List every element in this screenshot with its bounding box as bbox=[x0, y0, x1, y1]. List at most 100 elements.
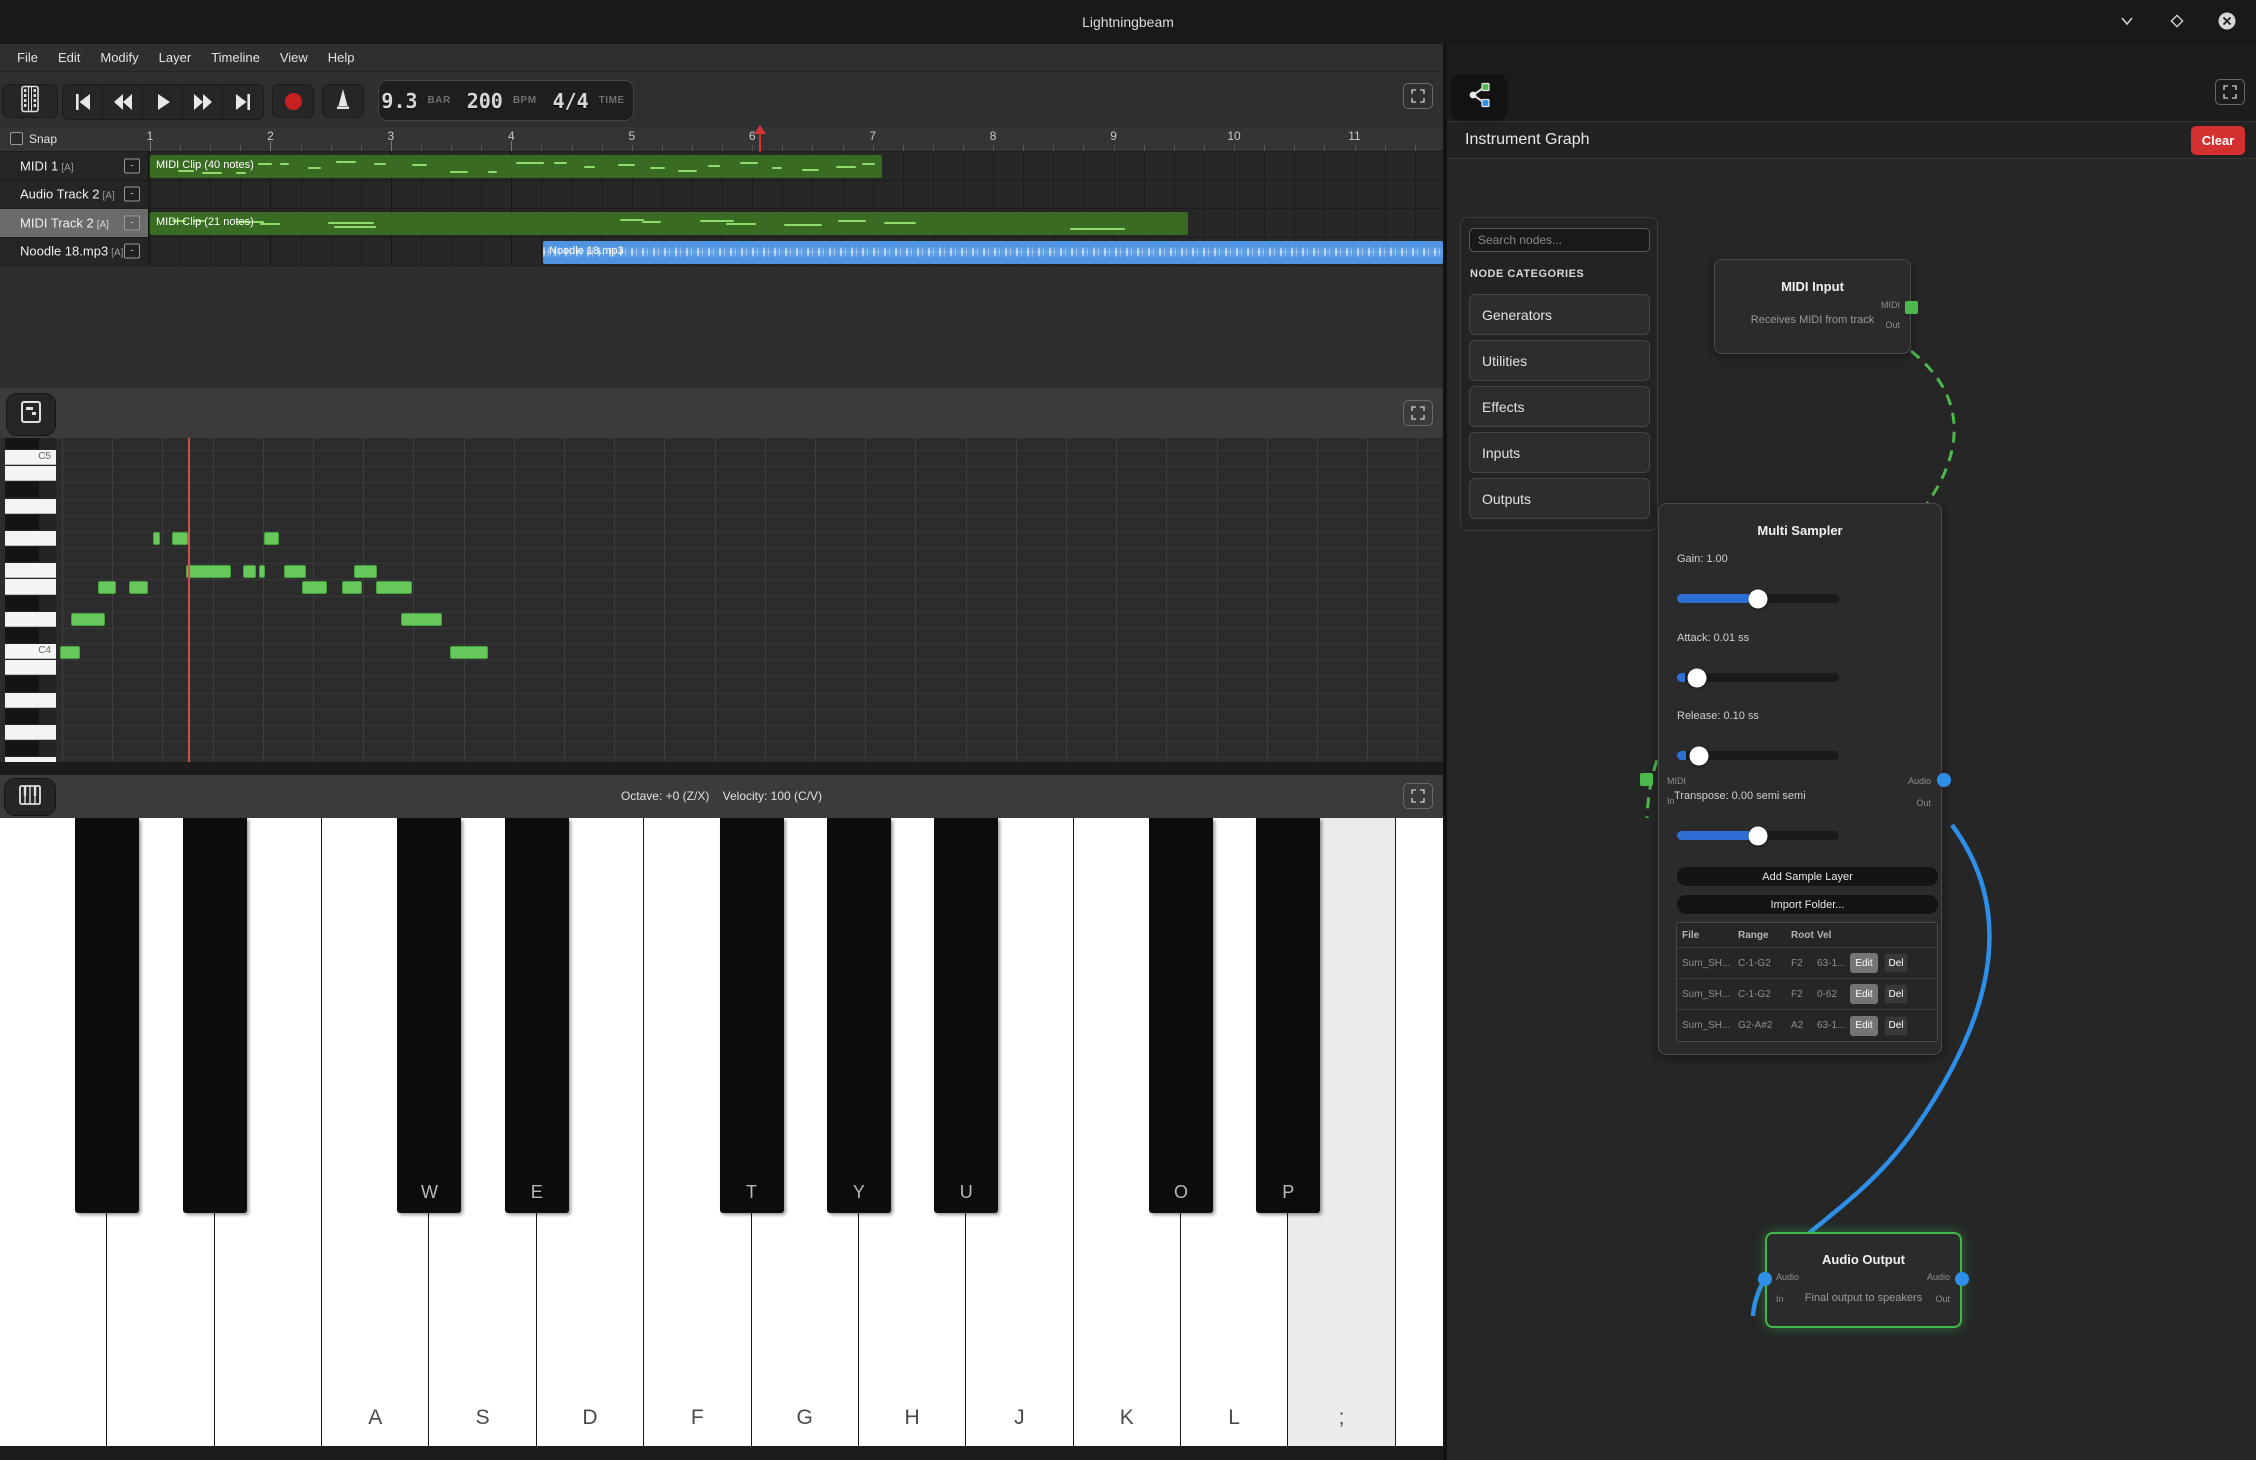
audio-in-port[interactable] bbox=[1758, 1272, 1772, 1286]
keystrip-G#4[interactable] bbox=[5, 515, 39, 530]
black-key-E[interactable]: E bbox=[505, 818, 569, 1213]
midi-note[interactable] bbox=[71, 613, 105, 626]
close-icon[interactable] bbox=[2214, 8, 2240, 34]
black-key[interactable] bbox=[183, 818, 247, 1213]
track-toggle-button[interactable]: - bbox=[124, 187, 140, 202]
clip-midi[interactable]: MIDI Clip (21 notes) bbox=[150, 212, 1188, 235]
node-multi-sampler[interactable]: Multi Sampler Gain: 1.00 Attack: 0.01 ss… bbox=[1658, 503, 1942, 1055]
piano-roll-fullscreen-button[interactable] bbox=[1403, 400, 1433, 426]
keystrip-C4[interactable]: C4 bbox=[5, 644, 56, 659]
piano-roll-panel-button[interactable] bbox=[6, 393, 56, 436]
delete-sample-button[interactable]: Del bbox=[1884, 1016, 1908, 1036]
track-toggle-button[interactable]: - bbox=[124, 244, 140, 259]
midi-note[interactable] bbox=[129, 581, 148, 594]
menu-timeline[interactable]: Timeline bbox=[202, 46, 269, 69]
track-row[interactable]: Noodle 18.mp3Noodle 18.mp3[A]- bbox=[0, 238, 1443, 267]
snap-checkbox[interactable] bbox=[10, 132, 23, 145]
keystrip-D#4[interactable] bbox=[5, 596, 39, 611]
piano-roll-playhead[interactable] bbox=[188, 438, 190, 762]
black-key-Y[interactable]: Y bbox=[827, 818, 891, 1213]
clear-button[interactable]: Clear bbox=[2191, 126, 2245, 155]
keystrip-F4[interactable] bbox=[5, 563, 56, 578]
search-input[interactable] bbox=[1469, 228, 1650, 252]
midi-note[interactable] bbox=[259, 565, 265, 578]
category-outputs[interactable]: Outputs bbox=[1469, 478, 1650, 519]
delete-sample-button[interactable]: Del bbox=[1884, 984, 1908, 1004]
menu-file[interactable]: File bbox=[8, 46, 47, 69]
menu-layer[interactable]: Layer bbox=[150, 46, 201, 69]
track-row[interactable]: Audio Track 2[A]- bbox=[0, 181, 1443, 210]
midi-in-port[interactable] bbox=[1640, 773, 1653, 786]
import-folder-button[interactable]: Import Folder... bbox=[1676, 894, 1939, 915]
keystrip-A3[interactable] bbox=[5, 693, 56, 708]
release-slider[interactable] bbox=[1677, 751, 1839, 760]
add-sample-layer-button[interactable]: Add Sample Layer bbox=[1676, 866, 1939, 887]
track-row[interactable]: MIDI Clip (21 notes)MIDI Track 2[A]- bbox=[0, 209, 1443, 238]
keystrip-F#4[interactable] bbox=[5, 547, 39, 562]
midi-note[interactable] bbox=[186, 565, 231, 578]
audio-out-port[interactable] bbox=[1937, 773, 1951, 787]
keystrip-A4[interactable] bbox=[5, 499, 56, 514]
edit-sample-button[interactable]: Edit bbox=[1850, 953, 1878, 973]
white-key[interactable] bbox=[1396, 818, 1443, 1448]
midi-note[interactable] bbox=[401, 613, 442, 626]
midi-note[interactable] bbox=[172, 532, 188, 545]
menu-edit[interactable]: Edit bbox=[49, 46, 89, 69]
category-generators[interactable]: Generators bbox=[1469, 294, 1650, 335]
keystrip-C5[interactable]: C5 bbox=[5, 450, 56, 465]
audio-out-port[interactable] bbox=[1955, 1272, 1969, 1286]
timeline-fullscreen-button[interactable] bbox=[1403, 83, 1433, 109]
keystrip-G#3[interactable] bbox=[5, 709, 39, 724]
track-header-audio-track-2[interactable]: Audio Track 2[A]- bbox=[0, 181, 149, 209]
node-audio-output[interactable]: Audio Output Final output to speakers Au… bbox=[1765, 1232, 1962, 1328]
category-utilities[interactable]: Utilities bbox=[1469, 340, 1650, 381]
category-effects[interactable]: Effects bbox=[1469, 386, 1650, 427]
midi-note[interactable] bbox=[376, 581, 412, 594]
midi-note[interactable] bbox=[264, 532, 279, 545]
midi-out-port[interactable] bbox=[1905, 301, 1918, 314]
delete-sample-button[interactable]: Del bbox=[1884, 953, 1908, 973]
midi-note[interactable] bbox=[60, 646, 80, 659]
play-button[interactable] bbox=[143, 85, 183, 119]
node-midi-input[interactable]: MIDI Input Receives MIDI from track MIDI… bbox=[1714, 259, 1911, 354]
keystrip-G3[interactable] bbox=[5, 725, 56, 740]
graph-fullscreen-button[interactable] bbox=[2215, 79, 2245, 105]
black-key-P[interactable]: P bbox=[1256, 818, 1320, 1213]
category-inputs[interactable]: Inputs bbox=[1469, 432, 1650, 473]
piano-roll[interactable]: C5 C4 bbox=[0, 438, 1443, 762]
maximize-icon[interactable] bbox=[2164, 8, 2190, 34]
black-key-W[interactable]: W bbox=[397, 818, 461, 1213]
midi-note[interactable] bbox=[354, 565, 377, 578]
keystrip-G4[interactable] bbox=[5, 531, 56, 546]
transpose-slider[interactable] bbox=[1677, 831, 1839, 840]
fast-forward-button[interactable] bbox=[183, 85, 223, 119]
midi-note[interactable] bbox=[284, 565, 306, 578]
rewind-button[interactable] bbox=[103, 85, 143, 119]
gain-slider[interactable] bbox=[1677, 594, 1839, 603]
keyboard-fullscreen-button[interactable] bbox=[1403, 783, 1433, 809]
midi-note[interactable] bbox=[98, 581, 116, 594]
keystrip-A#4[interactable] bbox=[5, 482, 39, 497]
attack-slider[interactable] bbox=[1677, 673, 1839, 682]
keystrip-B3[interactable] bbox=[5, 660, 56, 675]
track-header-noodle-18-mp3[interactable]: Noodle 18.mp3[A]- bbox=[0, 238, 149, 266]
track-toggle-button[interactable]: - bbox=[124, 158, 140, 173]
keystrip-A#3[interactable] bbox=[5, 676, 39, 691]
midi-note[interactable] bbox=[342, 581, 362, 594]
midi-note[interactable] bbox=[302, 581, 327, 594]
track-header-midi-1[interactable]: MIDI 1[A]- bbox=[0, 152, 149, 180]
midi-note[interactable] bbox=[450, 646, 488, 659]
metronome-button[interactable] bbox=[322, 84, 364, 118]
track-header-midi-track-2[interactable]: MIDI Track 2[A]- bbox=[0, 209, 149, 237]
timeline-ruler[interactable]: Snap 1234567891011 bbox=[0, 127, 1443, 152]
black-key[interactable] bbox=[75, 818, 139, 1213]
menu-help[interactable]: Help bbox=[319, 46, 364, 69]
track-row[interactable]: MIDI Clip (40 notes)MIDI 1[A]- bbox=[0, 152, 1443, 181]
keystrip-C#5[interactable] bbox=[5, 438, 39, 449]
menu-view[interactable]: View bbox=[271, 46, 317, 69]
black-key-O[interactable]: O bbox=[1149, 818, 1213, 1213]
keystrip-E4[interactable] bbox=[5, 579, 56, 594]
piano-roll-grid[interactable] bbox=[60, 438, 1443, 762]
black-key-U[interactable]: U bbox=[934, 818, 998, 1213]
minimize-icon[interactable] bbox=[2114, 8, 2140, 34]
